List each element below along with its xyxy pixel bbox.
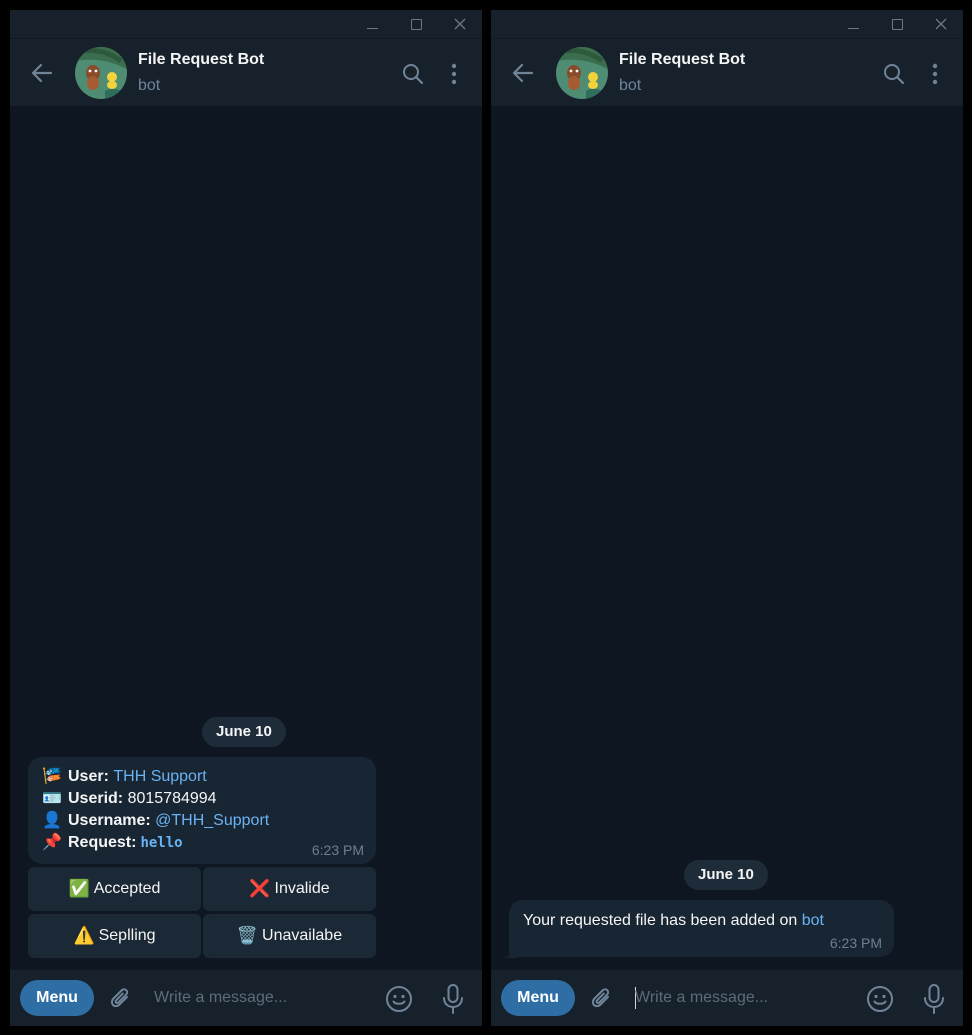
right-chat-window: File Request Bot bot June 10 Your reques… [491,10,963,1026]
chat-header: File Request Bot bot [10,38,482,106]
flag-emoji-icon: 🎏 [42,768,62,785]
warning-icon: ⚠️ [73,926,95,945]
message-list: June 10 Your requested file has been add… [491,106,963,970]
attach-icon[interactable] [108,986,134,1012]
avatar[interactable] [556,47,608,99]
userid-value: 8015784994 [127,790,217,807]
microphone-icon[interactable] [440,983,466,1015]
id-card-emoji-icon: 🪪 [42,790,62,807]
invalide-label: Invalide [274,880,330,897]
message-composer: Menu [491,970,963,1026]
message-input[interactable] [154,984,364,1012]
close-icon[interactable] [438,10,482,38]
message-input[interactable] [635,984,845,1012]
accepted-label: Accepted [93,880,161,897]
username-link[interactable]: @THH_Support [155,810,269,832]
more-vertical-icon[interactable] [923,61,947,87]
message-list: June 10 🎏 User: THH Support 🪪 Userid: 80… [10,106,482,970]
trash-icon: 🗑️ [236,926,259,945]
minimize-icon[interactable] [831,10,875,38]
maximize-icon[interactable] [394,10,438,38]
spelling-button[interactable]: ⚠️ Seplling [28,914,201,958]
date-separator: June 10 [202,717,286,747]
accepted-button[interactable]: ✅ Accepted [28,867,201,911]
cross-mark-icon: ❌ [249,879,271,898]
left-chat-window: File Request Bot bot June 10 🎏 User: THH… [10,10,482,1026]
menu-button[interactable]: Menu [501,980,575,1016]
attach-icon[interactable] [589,986,615,1012]
message-composer: Menu [10,970,482,1026]
file-added-message-bubble: Your requested file has been added on bo… [509,900,894,957]
message-text-line: Your requested file has been added on bo… [523,910,880,932]
bot-link[interactable]: bot [802,912,824,929]
message-line-userid: 🪪 Userid: 8015784994 [42,788,364,810]
search-icon[interactable] [881,61,907,87]
date-separator: June 10 [684,860,768,890]
username-label: Username: [68,812,151,829]
user-label: User: [68,768,109,785]
unavailable-label: Unavailabe [262,927,343,944]
avatar[interactable] [75,47,127,99]
unavailable-button[interactable]: 🗑️ Unavailabe [203,914,376,958]
chat-status: bot [138,77,161,94]
more-vertical-icon[interactable] [442,61,466,87]
request-message-bubble: 🎏 User: THH Support 🪪 Userid: 8015784994… [28,757,376,864]
person-emoji-icon: 👤 [42,812,62,829]
spelling-label: Seplling [98,927,156,944]
message-line-user: 🎏 User: THH Support [42,766,364,788]
chat-header: File Request Bot bot [491,38,963,106]
chat-status: bot [619,77,642,94]
back-arrow-icon[interactable] [28,59,56,87]
menu-button[interactable]: Menu [20,980,94,1016]
window-titlebar [491,10,963,38]
message-time: 6:23 PM [311,842,364,858]
invalide-button[interactable]: ❌ Invalide [203,867,376,911]
maximize-icon[interactable] [875,10,919,38]
pushpin-emoji-icon: 📌 [42,834,62,851]
message-line-username: 👤 Username: @THH_Support [42,810,364,832]
minimize-icon[interactable] [350,10,394,38]
back-arrow-icon[interactable] [509,59,537,87]
emoji-icon[interactable] [384,984,414,1014]
message-time: 6:23 PM [829,935,882,951]
check-mark-icon: ✅ [68,879,90,898]
user-link[interactable]: THH Support [113,766,206,788]
request-value[interactable]: hello [140,832,182,854]
microphone-icon[interactable] [921,983,947,1015]
window-titlebar [10,10,482,38]
chat-title[interactable]: File Request Bot [619,51,745,69]
chat-title[interactable]: File Request Bot [138,51,264,69]
message-text: Your requested file has been added on [523,912,798,929]
userid-label: Userid: [68,790,124,807]
search-icon[interactable] [400,61,426,87]
request-label: Request: [68,834,137,851]
close-icon[interactable] [919,10,963,38]
emoji-icon[interactable] [865,984,895,1014]
